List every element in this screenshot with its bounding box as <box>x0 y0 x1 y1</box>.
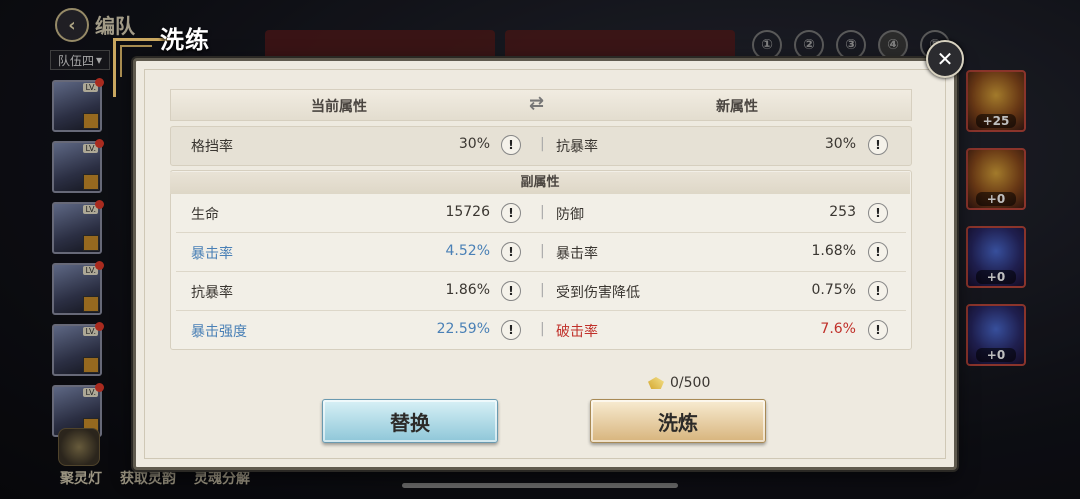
replace-button[interactable]: 替换 <box>322 399 498 443</box>
corner-ornament-inner-icon <box>120 45 152 77</box>
new-main-attr-name: 抗暴率 <box>556 139 598 155</box>
refine-cost: 0/500 <box>648 375 710 391</box>
sub-attribute-row: 暴击率 4.52%! | 暴击率 1.68%! <box>176 233 906 272</box>
new-sub-attr-value: 1.68% <box>811 243 856 259</box>
info-icon[interactable]: ! <box>868 242 888 262</box>
current-sub-attr-value: 22.59% <box>436 321 490 337</box>
current-main-attr-name: 格挡率 <box>191 139 233 155</box>
sub-attribute-header: 副属性 <box>170 172 910 194</box>
current-attr-header: 当前属性 <box>311 99 367 115</box>
info-icon[interactable]: ! <box>501 320 521 340</box>
divider: | <box>540 282 545 298</box>
new-sub-attr-value: 7.6% <box>820 321 856 337</box>
new-sub-attr-value: 253 <box>829 204 856 220</box>
swap-arrows-icon: ⇄ <box>529 93 545 114</box>
info-icon[interactable]: ! <box>868 281 888 301</box>
divider: | <box>540 243 545 259</box>
sub-attribute-row: 暴击强度 22.59%! | 破击率 7.6%! <box>176 311 906 349</box>
new-sub-attr-name: 受到伤害降低 <box>556 285 640 301</box>
close-icon[interactable]: ✕ <box>926 40 964 78</box>
info-icon[interactable]: ! <box>868 135 888 155</box>
info-icon[interactable]: ! <box>501 242 521 262</box>
current-sub-attr-name: 暴击强度 <box>191 324 247 340</box>
info-icon[interactable]: ! <box>501 281 521 301</box>
new-sub-attr-name: 破击率 <box>556 324 598 340</box>
info-icon[interactable]: ! <box>501 135 521 155</box>
divider: | <box>540 204 545 220</box>
current-sub-attr-value: 15726 <box>445 204 490 220</box>
refine-button[interactable]: 洗炼 <box>590 399 766 443</box>
new-attr-header: 新属性 <box>716 99 758 115</box>
current-sub-attr-value: 4.52% <box>445 243 490 259</box>
divider: | <box>540 321 545 337</box>
new-sub-attr-value: 0.75% <box>811 282 856 298</box>
new-main-attr-value: 30% <box>824 136 856 152</box>
sub-attribute-row: 生命 15726! | 防御 253! <box>176 194 906 233</box>
dialog-title: 洗练 <box>160 26 210 54</box>
current-sub-attr-name: 抗暴率 <box>191 285 233 301</box>
info-icon[interactable]: ! <box>501 203 521 223</box>
current-sub-attr-value: 1.86% <box>445 282 490 298</box>
current-sub-attr-name: 暴击率 <box>191 246 233 262</box>
currency-icon <box>648 377 664 389</box>
info-icon[interactable]: ! <box>868 203 888 223</box>
current-main-attr-value: 30% <box>458 136 490 152</box>
sub-attribute-row: 抗暴率 1.86%! | 受到伤害降低 0.75%! <box>176 272 906 311</box>
new-sub-attr-name: 暴击率 <box>556 246 598 262</box>
attribute-header: 当前属性 ⇄ 新属性 <box>170 89 912 121</box>
current-sub-attr-name: 生命 <box>191 207 219 223</box>
main-attribute-row: 格挡率 30% ! | 抗暴率 30% ! <box>176 126 906 164</box>
info-icon[interactable]: ! <box>868 320 888 340</box>
cost-value: 0/500 <box>670 375 711 391</box>
divider: | <box>540 136 545 152</box>
new-sub-attr-name: 防御 <box>556 207 584 223</box>
